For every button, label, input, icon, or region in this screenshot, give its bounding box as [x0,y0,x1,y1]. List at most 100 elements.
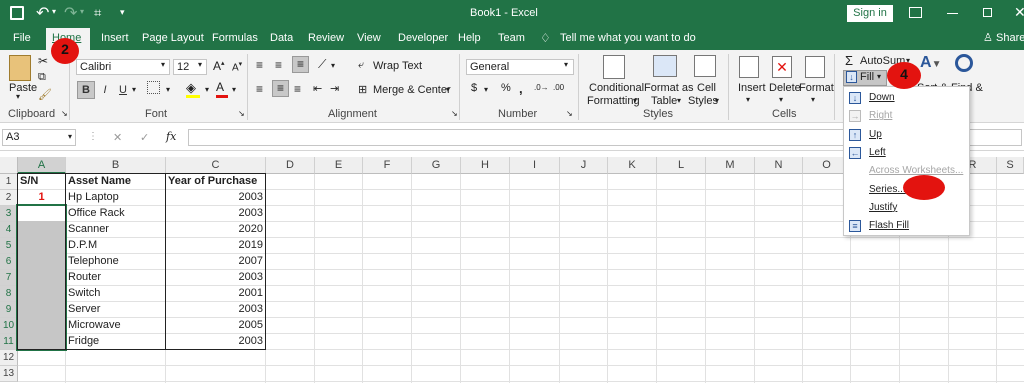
asset-name-cell[interactable]: Scanner [66,222,165,238]
merge-center-icon[interactable]: ⊞ [358,83,367,96]
name-box[interactable]: A3 [2,129,76,146]
format-cells-button[interactable]: Format [799,82,834,94]
align-top-icon[interactable]: ≡ [256,58,263,72]
row-header-12[interactable]: 12 [0,350,18,366]
tab-view[interactable]: View [351,28,387,50]
tab-formulas[interactable]: Formulas [206,28,264,50]
header-asset-name[interactable]: Asset Name [66,174,165,190]
column-header-c[interactable]: C [166,157,266,174]
format-as-table-icon[interactable] [653,55,677,77]
select-all-corner[interactable] [0,157,18,174]
undo-icon[interactable]: ↶ [36,3,49,23]
sign-in-button[interactable]: Sign in [847,5,893,22]
year-cell[interactable]: 2005 [166,318,265,334]
search-icon[interactable] [955,54,973,72]
year-cell[interactable]: 2019 [166,238,265,254]
conditional-formatting-button[interactable]: Conditional [589,82,644,94]
merge-center-button[interactable]: Merge & Center [373,84,451,96]
chevron-down-icon[interactable]: ▾ [779,95,783,104]
row-header-9[interactable]: 9 [0,302,18,318]
sort-filter-icon[interactable]: A▼ [920,54,941,72]
delete-cells-icon[interactable]: ✕ [772,56,792,78]
number-launcher-icon[interactable]: ↘ [566,109,573,118]
column-header-s[interactable]: S [997,157,1024,174]
year-cell[interactable]: 2003 [166,206,265,222]
italic-button[interactable]: I [96,81,114,99]
column-header-n[interactable]: N [755,157,803,174]
align-left-icon[interactable]: ≡ [256,82,263,96]
underline-button[interactable]: U [114,81,132,99]
row-header-6[interactable]: 6 [0,254,18,270]
chevron-down-icon[interactable]: ▾ [166,85,170,94]
asset-name-cell[interactable]: D.P.M [66,238,165,254]
insert-cells-button[interactable]: Insert [738,82,766,94]
asset-name-cell[interactable]: Microwave [66,318,165,334]
insert-function-icon[interactable]: fx [166,130,176,143]
row-header-3[interactable]: 3 [0,206,18,222]
chevron-down-icon[interactable]: ▾ [811,95,815,104]
tab-help[interactable]: Help [452,28,487,50]
tab-page-layout[interactable]: Page Layout [136,28,210,50]
tab-team[interactable]: Team [492,28,531,50]
number-format-select[interactable]: General [466,59,574,75]
decrease-indent-icon[interactable]: ⇤ [313,82,322,95]
column-header-a[interactable]: A [18,157,66,174]
asset-name-cell[interactable]: Hp Laptop [66,190,165,206]
selected-range-a3-a11[interactable] [16,204,67,351]
year-cell[interactable]: 2003 [166,190,265,206]
active-cell-a3[interactable] [18,206,65,221]
currency-icon[interactable]: $ [471,82,477,94]
row-header-10[interactable]: 10 [0,318,18,334]
tab-review[interactable]: Review [302,28,350,50]
autosum-icon[interactable]: Σ [845,53,853,68]
asset-name-cell[interactable]: Telephone [66,254,165,270]
fill-down-icon[interactable]: ↓ [846,71,857,83]
tab-file[interactable]: File [7,28,37,50]
column-header-h[interactable]: H [461,157,510,174]
align-center-icon[interactable]: ≡ [272,80,289,97]
cell-styles-icon[interactable] [694,55,716,77]
wrap-text-button[interactable]: Wrap Text [373,60,422,72]
column-header-d[interactable]: D [266,157,315,174]
chevron-down-icon[interactable]: ▾ [132,85,136,94]
fill-color-icon[interactable]: ◈ [186,80,200,98]
sn-cell-a2[interactable]: 1 [18,190,65,206]
save-icon[interactable] [10,6,24,20]
chevron-down-icon[interactable]: ▾ [161,60,165,69]
header-sn[interactable]: S/N [18,174,65,190]
tell-me-input[interactable]: Tell me what you want to do [560,32,696,44]
chevron-down-icon[interactable]: ▾ [331,61,335,70]
paste-button[interactable]: Paste [9,82,37,94]
borders-icon[interactable] [147,81,160,94]
decrease-decimal-icon[interactable]: .00 [553,83,564,92]
chevron-down-icon[interactable]: ▾ [715,96,719,105]
increase-indent-icon[interactable]: ⇥ [330,82,339,95]
wrap-text-icon[interactable]: ⤶ [358,59,364,72]
row-header-11[interactable]: 11 [0,334,18,350]
asset-name-cell[interactable]: Fridge [66,334,165,350]
fill-menu-item-flash-fill[interactable]: ≡ Flash Fill [844,217,969,235]
column-header-i[interactable]: I [510,157,560,174]
conditional-formatting-icon[interactable] [603,55,625,79]
format-painter-icon[interactable]: 🖌 [38,88,52,101]
column-header-e[interactable]: E [315,157,363,174]
chevron-down-icon[interactable]: ▾ [198,60,202,69]
tab-developer[interactable]: Developer [392,28,454,50]
column-header-b[interactable]: B [66,157,166,174]
row-header-7[interactable]: 7 [0,270,18,286]
chevron-down-icon[interactable]: ▾ [205,85,209,94]
format-as-table-button-line2[interactable]: Table [651,95,677,107]
clipboard-launcher-icon[interactable]: ↘ [61,109,68,118]
asset-name-cell[interactable]: Server [66,302,165,318]
year-cell[interactable]: 2001 [166,286,265,302]
copy-icon[interactable]: ⧉ [38,71,46,84]
asset-name-cell[interactable]: Switch [66,286,165,302]
chevron-down-icon[interactable]: ▾ [877,72,881,81]
year-cell[interactable]: 2003 [166,302,265,318]
column-header-j[interactable]: J [560,157,608,174]
header-year[interactable]: Year of Purchase [166,174,265,190]
font-name-select[interactable]: Calibri [76,59,170,75]
chevron-down-icon[interactable]: ▾ [564,60,568,69]
format-cells-icon[interactable] [805,56,825,78]
year-cell[interactable]: 2007 [166,254,265,270]
